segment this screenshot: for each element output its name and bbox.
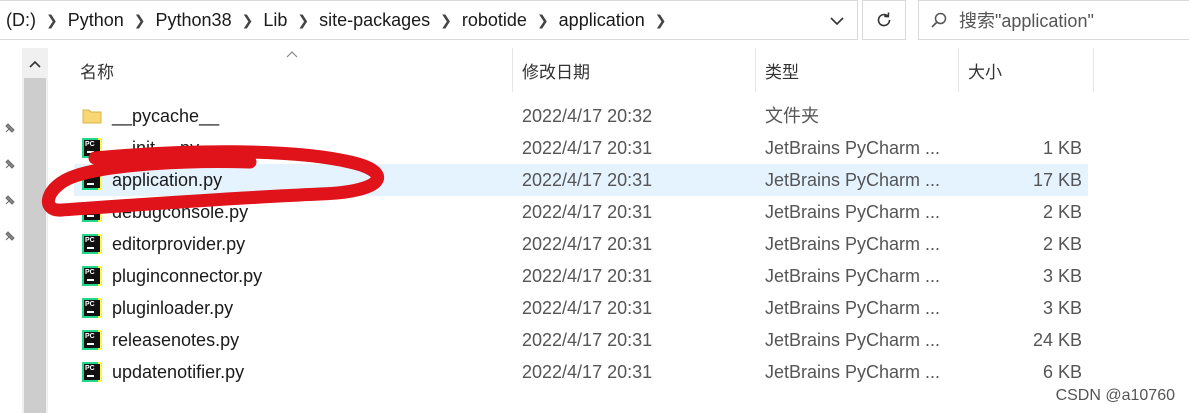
file-type: JetBrains PyCharm ... [765, 234, 941, 254]
file-date: 2022/4/17 20:31 [522, 138, 653, 158]
file-date: 2022/4/17 20:31 [522, 330, 653, 350]
pycharm-file-icon: PC [82, 138, 102, 158]
column-divider[interactable] [512, 48, 513, 92]
pin-icon[interactable] [2, 192, 18, 208]
chevron-right-icon[interactable]: ❯ [238, 12, 258, 29]
file-date: 2022/4/17 20:31 [522, 234, 653, 254]
pin-icon[interactable] [2, 228, 18, 244]
column-divider[interactable] [1093, 48, 1094, 92]
file-size: 2 KB [1042, 202, 1082, 222]
file-name: __init__.py [112, 138, 200, 158]
pin-icon[interactable] [2, 156, 18, 172]
file-type: JetBrains PyCharm ... [765, 330, 941, 350]
pycharm-file-icon: PC [82, 202, 102, 222]
address-bar[interactable]: (D:) ❯ Python ❯ Python38 ❯ Lib ❯ site-pa… [0, 0, 858, 40]
file-date: 2022/4/17 20:31 [522, 298, 653, 318]
file-date: 2022/4/17 20:32 [522, 106, 653, 126]
file-name: pluginconnector.py [112, 266, 263, 286]
breadcrumb-site-packages[interactable]: site-packages [313, 10, 436, 31]
file-row[interactable]: PC debugconsole.py 2022/4/17 20:31 JetBrain… [74, 196, 1088, 228]
file-size: 1 KB [1042, 138, 1082, 158]
file-date: 2022/4/17 20:31 [522, 202, 653, 222]
chevron-right-icon[interactable]: ❯ [533, 12, 553, 29]
pycharm-file-icon: PC [82, 170, 102, 190]
chevron-right-icon[interactable]: ❯ [651, 12, 671, 29]
breadcrumb-lib[interactable]: Lib [257, 10, 293, 31]
sort-ascending-icon [286, 51, 298, 58]
file-name: releasenotes.py [112, 330, 240, 350]
file-row[interactable]: PC updatenotifier.py 2022/4/17 20:31 JetBra… [74, 356, 1088, 388]
file-date: 2022/4/17 20:31 [522, 170, 653, 190]
file-name: application.py [112, 170, 223, 190]
column-header-size[interactable]: 大小 [968, 48, 1002, 92]
breadcrumb-robotide[interactable]: robotide [456, 10, 533, 31]
search-placeholder[interactable]: 搜索"application" [959, 7, 1094, 33]
column-header-name[interactable]: 名称 [80, 48, 114, 92]
column-divider[interactable] [958, 48, 959, 92]
chevron-right-icon[interactable]: ❯ [130, 12, 150, 29]
file-size: 6 KB [1042, 362, 1082, 382]
file-row[interactable]: PC pluginloader.py 2022/4/17 20:31 JetBrain… [74, 292, 1088, 324]
file-date: 2022/4/17 20:31 [522, 266, 653, 286]
file-size: 24 KB [1032, 330, 1082, 350]
file-size: 3 KB [1042, 266, 1082, 286]
file-type: JetBrains PyCharm ... [765, 138, 941, 158]
breadcrumb-python[interactable]: Python [62, 10, 130, 31]
search-icon [919, 11, 959, 29]
file-size: 2 KB [1042, 234, 1082, 254]
file-type: JetBrains PyCharm ... [765, 170, 941, 190]
breadcrumb-drive[interactable]: (D:) [0, 10, 42, 31]
file-row[interactable]: PC application.py 2022/4/17 20:31 JetBrains… [74, 164, 1088, 196]
refresh-button[interactable] [862, 0, 906, 40]
column-divider[interactable] [755, 48, 756, 92]
pycharm-file-icon: PC [82, 330, 102, 350]
file-row[interactable]: PC __init__.py 2022/4/17 20:31 JetBrains Py… [74, 132, 1088, 164]
file-size: 17 KB [1032, 170, 1082, 190]
file-row[interactable]: PC releasenotes.py 2022/4/17 20:31 JetBrain… [74, 324, 1088, 356]
file-size: 3 KB [1042, 298, 1082, 318]
search-box[interactable]: 搜索"application" [918, 0, 1189, 40]
breadcrumb-application[interactable]: application [553, 10, 651, 31]
column-header-date[interactable]: 修改日期 [522, 48, 590, 92]
breadcrumb-python38[interactable]: Python38 [150, 10, 238, 31]
file-row[interactable]: PC editorprovider.py 2022/4/17 20:31 JetBra… [74, 228, 1088, 260]
pycharm-file-icon: PC [82, 234, 102, 254]
scrollbar-thumb[interactable] [24, 78, 46, 413]
file-type: JetBrains PyCharm ... [765, 298, 941, 318]
chevron-right-icon[interactable]: ❯ [293, 12, 313, 29]
file-row[interactable]: PC pluginconnector.py 2022/4/17 20:31 JetBr… [74, 260, 1088, 292]
file-name: debugconsole.py [112, 202, 249, 222]
column-header-type[interactable]: 类型 [765, 48, 799, 92]
file-type: JetBrains PyCharm ... [765, 202, 941, 222]
file-row[interactable]: __pycache__ 2022/4/17 20:32 文件夹 [74, 100, 1088, 132]
chevron-right-icon[interactable]: ❯ [436, 12, 456, 29]
pycharm-file-icon: PC [82, 266, 102, 286]
file-name: pluginloader.py [112, 298, 234, 318]
scroll-up-arrow-icon[interactable] [22, 52, 48, 76]
file-name: __pycache__ [112, 106, 220, 126]
pycharm-file-icon: PC [82, 362, 102, 382]
file-type: JetBrains PyCharm ... [765, 362, 941, 382]
file-name: updatenotifier.py [112, 362, 245, 382]
file-date: 2022/4/17 20:31 [522, 362, 653, 382]
file-name: editorprovider.py [112, 234, 246, 254]
refresh-icon [877, 12, 891, 27]
chevron-right-icon[interactable]: ❯ [42, 12, 62, 29]
pycharm-file-icon: PC [82, 298, 102, 318]
folder-icon [82, 106, 102, 126]
pin-icon[interactable] [2, 120, 18, 136]
chevron-down-icon[interactable] [825, 9, 849, 33]
file-type: JetBrains PyCharm ... [765, 266, 941, 286]
file-type: 文件夹 [765, 106, 819, 126]
watermark: CSDN @a10760 [1055, 387, 1175, 404]
